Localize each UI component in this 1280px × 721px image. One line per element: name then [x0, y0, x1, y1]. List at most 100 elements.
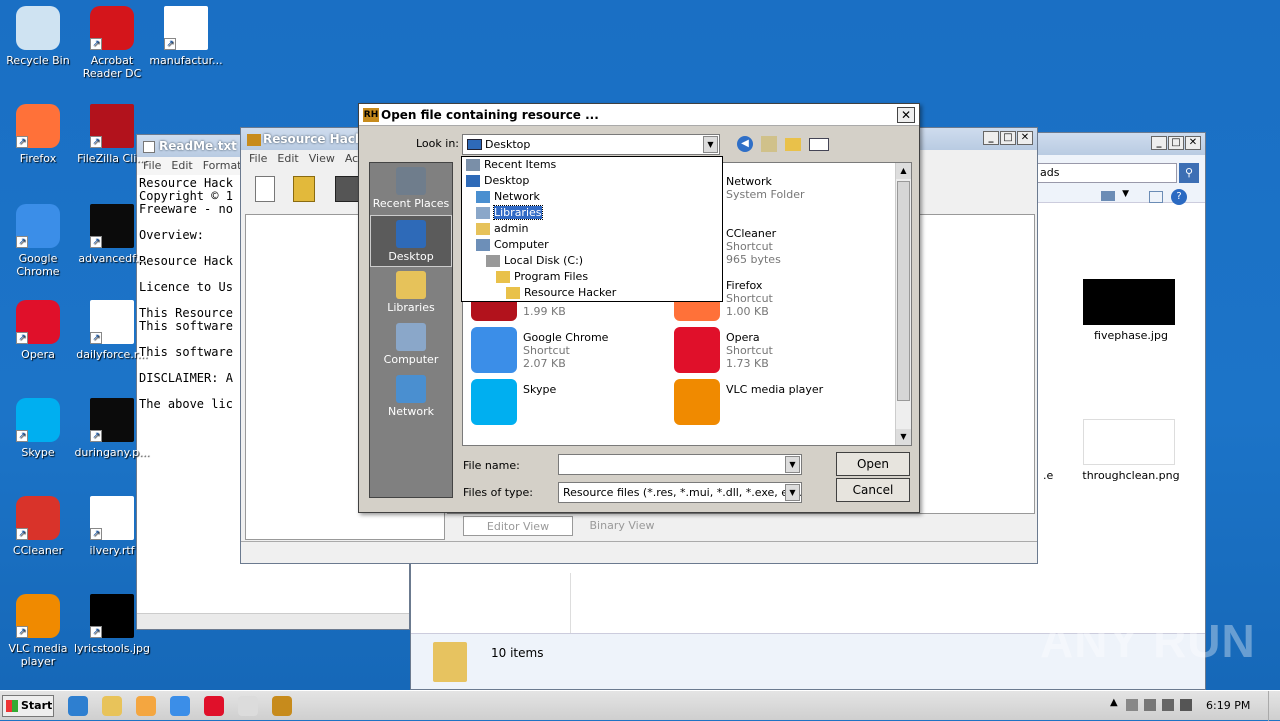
filename-input[interactable]: ▼	[558, 454, 802, 475]
desktop-icon-item[interactable]: ↗ Opera	[0, 300, 76, 361]
dropdown-item[interactable]: Computer	[462, 237, 722, 253]
menu-edit[interactable]: Edit	[277, 152, 298, 165]
file-label[interactable]: fivephase.jpg	[1085, 329, 1177, 342]
notepad-icon[interactable]	[238, 696, 258, 716]
chrome-icon[interactable]	[170, 696, 190, 716]
resource-hacker-icon[interactable]	[272, 696, 292, 716]
chevron-down-icon[interactable]: ▼	[703, 136, 718, 153]
minimize-icon[interactable]: _	[1151, 136, 1167, 150]
clock[interactable]: 6:19 PM	[1206, 699, 1250, 712]
desktop-icon-item[interactable]: ↗ manufactur...	[148, 6, 224, 67]
open-file-icon[interactable]	[293, 176, 315, 202]
desktop-icon-item[interactable]: ↗ Acrobat Reader DC	[74, 6, 150, 80]
file-name: Network	[726, 175, 772, 188]
volume-icon[interactable]	[1162, 699, 1174, 711]
dropdown-item[interactable]: admin	[462, 221, 722, 237]
chevron-down-icon[interactable]: ▼	[1122, 189, 1129, 199]
dropdown-item[interactable]: Libraries	[462, 205, 722, 221]
desktop-icon-item[interactable]: ↗ FileZilla Cli...	[74, 104, 150, 165]
search-input[interactable]: ads	[1037, 163, 1177, 183]
media-player-icon[interactable]	[136, 696, 156, 716]
save-icon[interactable]	[335, 176, 359, 202]
back-icon[interactable]: ◀	[737, 136, 753, 152]
desktop-icon-label: Opera	[21, 348, 55, 361]
horizontal-scrollbar[interactable]	[137, 613, 409, 629]
desktop-icon-item[interactable]: ↗ VLC media player	[0, 594, 76, 668]
place-network[interactable]: Network	[370, 371, 452, 423]
desktop-icon-item[interactable]: ↗ Firefox	[0, 104, 76, 165]
file-label[interactable]: throughclean.png	[1079, 469, 1183, 482]
view-menu-icon[interactable]	[809, 138, 829, 151]
dropdown-item[interactable]: Program Files	[462, 269, 722, 285]
file-item[interactable]: Opera Shortcut 1.73 KB	[670, 325, 860, 375]
libraries-icon	[396, 271, 426, 299]
desktop-icon-item[interactable]: ↗ Skype	[0, 398, 76, 459]
menu-format[interactable]: Format	[203, 159, 242, 172]
network-tray-icon[interactable]	[1144, 699, 1156, 711]
open-button[interactable]: Open	[836, 452, 910, 476]
file-thumb[interactable]	[1083, 279, 1175, 325]
file-thumb[interactable]	[1083, 419, 1175, 465]
file-label[interactable]: .e	[1043, 469, 1053, 482]
place-recent-places[interactable]: Recent Places	[370, 163, 452, 215]
new-folder-icon[interactable]	[785, 138, 801, 151]
desktop-icon-item[interactable]: ↗ duringany.p...	[74, 398, 150, 459]
up-folder-icon[interactable]	[761, 136, 777, 152]
shortcut-arrow-icon: ↗	[90, 528, 102, 540]
help-icon[interactable]: ?	[1171, 189, 1187, 205]
tab-binary-view[interactable]: Binary View	[577, 516, 667, 536]
close-icon[interactable]: ✕	[1185, 136, 1201, 150]
chevron-down-icon[interactable]: ▼	[785, 484, 800, 501]
action-center-icon[interactable]	[1126, 699, 1138, 711]
show-hidden-icons[interactable]: ▲	[1110, 697, 1118, 708]
scroll-up-icon[interactable]: ▲	[896, 163, 911, 179]
desktop-icon-item[interactable]: ↗ advancedf...	[74, 204, 150, 265]
dropdown-item[interactable]: Local Disk (C:)	[462, 253, 722, 269]
explorer-icon[interactable]	[102, 696, 122, 716]
desktop-icon-item[interactable]: ↗ Google Chrome	[0, 204, 76, 278]
chevron-down-icon[interactable]: ▼	[785, 456, 800, 473]
desktop-icon-item[interactable]: ↗ CCleaner	[0, 496, 76, 557]
place-libraries[interactable]: Libraries	[370, 267, 452, 319]
ie-icon[interactable]	[68, 696, 88, 716]
scroll-down-icon[interactable]: ▼	[896, 429, 911, 445]
file-item[interactable]: Google Chrome Shortcut 2.07 KB	[467, 325, 657, 375]
minimize-icon[interactable]: _	[983, 131, 999, 145]
dialog-titlebar[interactable]: RH Open file containing resource ... ✕	[359, 104, 919, 126]
scroll-thumb[interactable]	[897, 181, 910, 401]
place-desktop[interactable]: Desktop	[370, 215, 452, 267]
search-icon[interactable]: ⚲	[1179, 163, 1199, 183]
menu-view[interactable]: View	[309, 152, 335, 165]
opera-icon[interactable]	[204, 696, 224, 716]
file-size: 1.73 KB	[726, 357, 769, 370]
views-icon[interactable]	[1101, 191, 1115, 201]
place-computer[interactable]: Computer	[370, 319, 452, 371]
dropdown-item[interactable]: Desktop	[462, 173, 722, 189]
desktop-icon-item[interactable]: Recycle Bin	[0, 6, 76, 67]
new-file-icon[interactable]	[255, 176, 275, 202]
maximize-icon[interactable]: □	[1000, 131, 1016, 145]
desktop-icon-item[interactable]: ↗ ilvery.rtf	[74, 496, 150, 557]
show-desktop-button[interactable]	[1268, 691, 1280, 721]
filetype-select[interactable]: Resource files (*.res, *.mui, *.dll, *.e…	[558, 482, 802, 503]
menu-file[interactable]: File	[249, 152, 267, 165]
close-icon[interactable]: ✕	[1017, 131, 1033, 145]
menu-edit[interactable]: Edit	[171, 159, 192, 172]
dropdown-item[interactable]: Recent Items	[462, 157, 722, 173]
file-item[interactable]: VLC media player	[670, 377, 860, 427]
dropdown-item[interactable]: Network	[462, 189, 722, 205]
desktop-icon-item[interactable]: ↗ lyricstools.jpg	[74, 594, 150, 655]
file-item[interactable]: Skype	[467, 377, 657, 427]
vertical-scrollbar[interactable]: ▲ ▼	[895, 163, 911, 445]
dropdown-item[interactable]: Resource Hacker	[462, 285, 722, 301]
preview-pane-icon[interactable]	[1149, 191, 1163, 203]
image-file-icon: ↗	[90, 594, 134, 638]
tab-editor-view[interactable]: Editor View	[463, 516, 573, 536]
cancel-button[interactable]: Cancel	[836, 478, 910, 502]
maximize-icon[interactable]: □	[1168, 136, 1184, 150]
flag-icon[interactable]	[1180, 699, 1192, 711]
desktop-icon-item[interactable]: ↗ dailyforce.r...	[74, 300, 150, 361]
lookin-combo[interactable]: Desktop ▼	[462, 134, 720, 155]
start-button[interactable]: Start	[2, 695, 54, 717]
close-icon[interactable]: ✕	[897, 107, 915, 123]
